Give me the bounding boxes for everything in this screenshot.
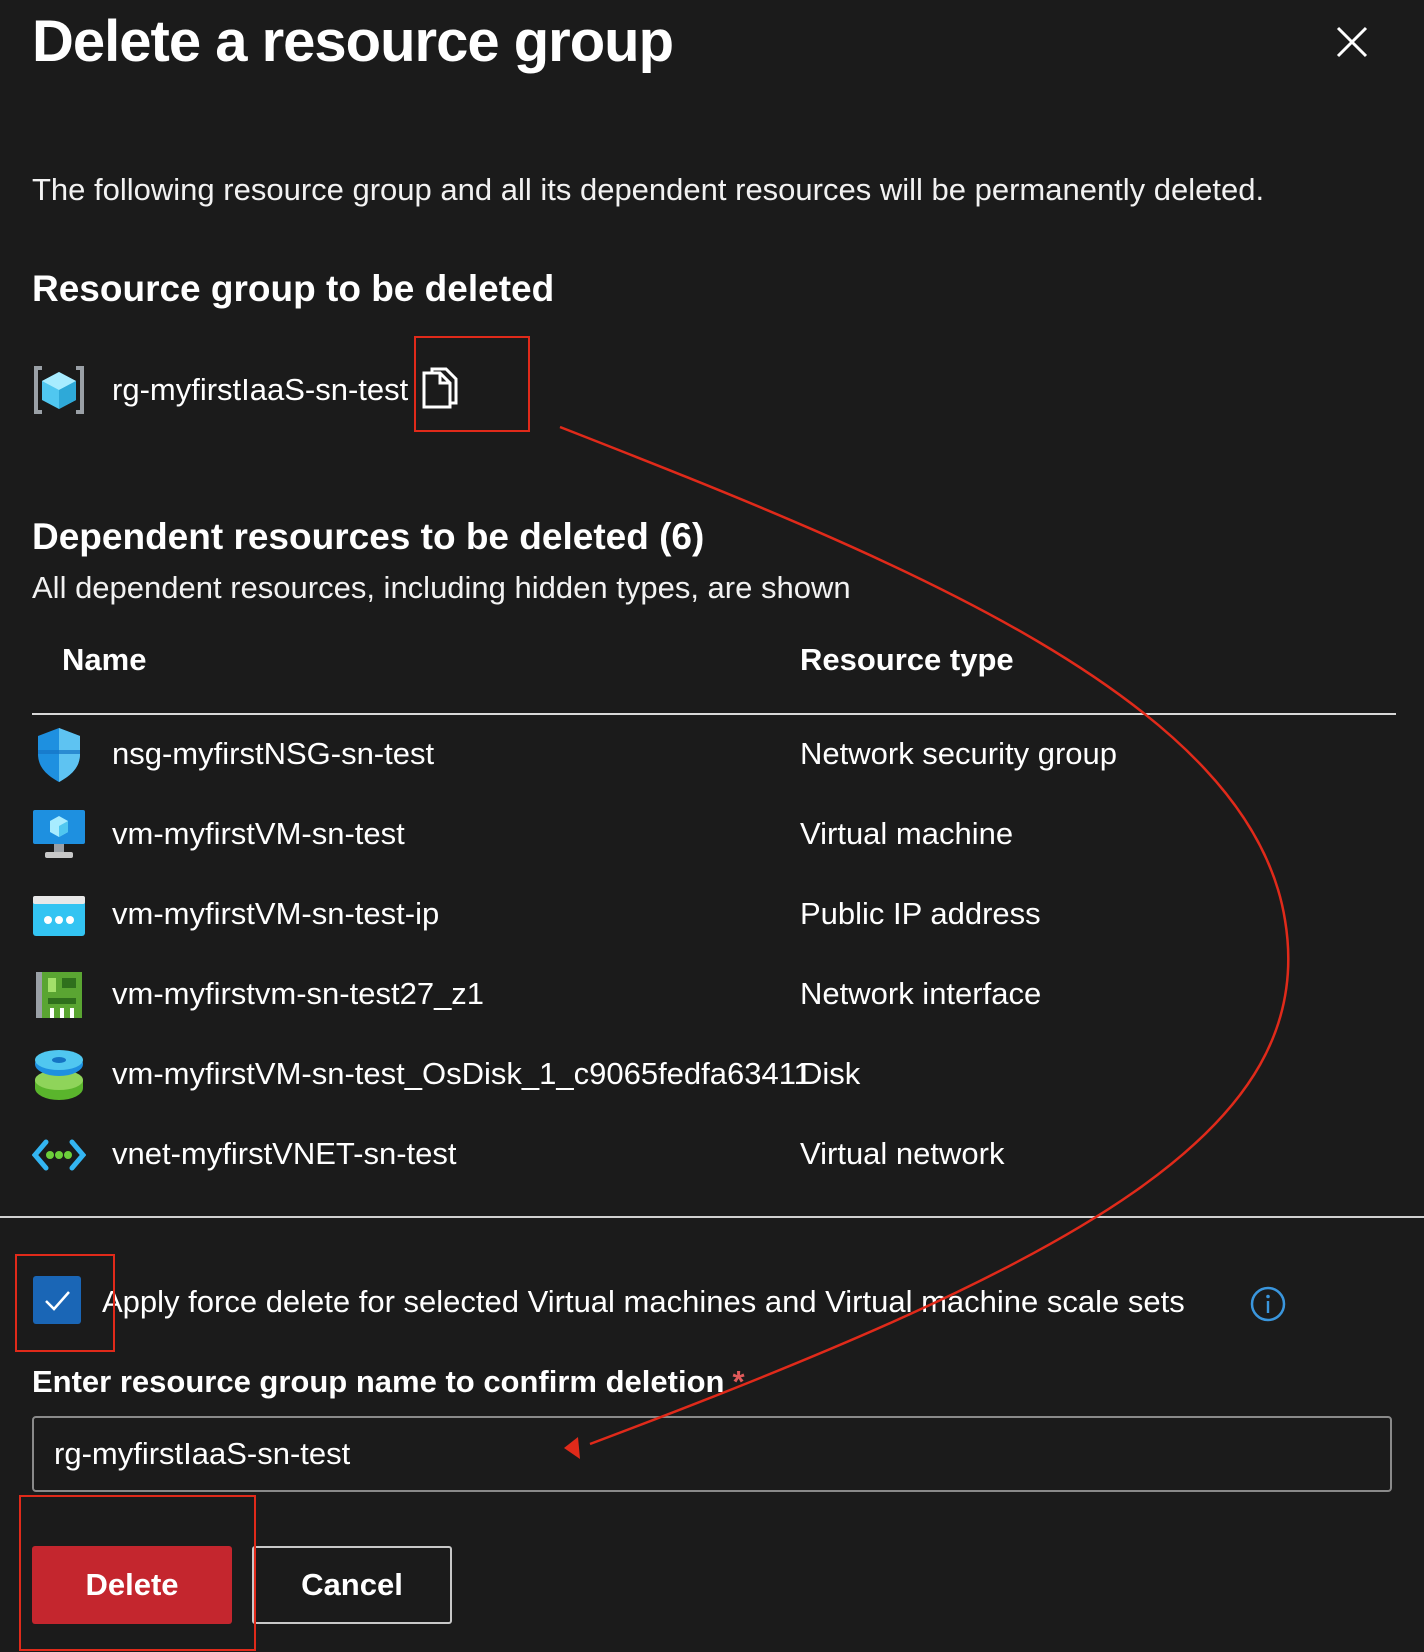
- virtual-machine-icon: [32, 804, 86, 864]
- resource-type: Public IP address: [800, 896, 1041, 931]
- resource-type: Virtual machine: [800, 816, 1014, 851]
- confirm-name-label-text: Enter resource group name to confirm del…: [32, 1364, 725, 1399]
- table-row: vm-myfirstvm-sn-test27_z1 Network interf…: [32, 964, 1332, 1024]
- network-interface-icon: [32, 964, 86, 1024]
- disk-icon: [32, 1044, 86, 1104]
- table-row: vm-myfirstVM-sn-test-ip Public IP addres…: [32, 884, 1332, 944]
- cancel-button[interactable]: Cancel: [252, 1546, 452, 1624]
- resource-group-row: rg-myfirstIaaS-sn-test: [32, 364, 460, 416]
- column-header-name[interactable]: Name: [62, 642, 146, 678]
- table-row: vm-myfirstVM-sn-test Virtual machine: [32, 804, 1332, 864]
- table-row: vnet-myfirstVNET-sn-test Virtual network: [32, 1124, 1332, 1184]
- resource-type: Network security group: [800, 736, 1118, 771]
- info-icon[interactable]: [1250, 1286, 1286, 1322]
- close-icon[interactable]: [1332, 22, 1372, 62]
- delete-button[interactable]: Delete: [32, 1546, 232, 1624]
- confirm-name-label: Enter resource group name to confirm del…: [32, 1364, 745, 1400]
- resource-name[interactable]: vnet-myfirstVNET-sn-test: [112, 1136, 457, 1172]
- required-marker: *: [732, 1364, 745, 1399]
- table-row: nsg-myfirstNSG-sn-test Network security …: [32, 724, 1332, 784]
- resource-type: Disk: [800, 1056, 861, 1091]
- confirm-name-input[interactable]: [32, 1416, 1392, 1492]
- table-header-divider: [32, 713, 1396, 715]
- resource-name[interactable]: vm-myfirstVM-sn-test: [112, 816, 405, 852]
- resource-name[interactable]: nsg-myfirstNSG-sn-test: [112, 736, 434, 772]
- table-row: vm-myfirstVM-sn-test_OsDisk_1_c9065fedfa…: [32, 1044, 1332, 1104]
- virtual-network-icon: [32, 1124, 86, 1184]
- resource-group-heading: Resource group to be deleted: [32, 268, 555, 309]
- dialog-title: Delete a resource group: [32, 9, 674, 74]
- resource-name[interactable]: vm-myfirstVM-sn-test-ip: [112, 896, 439, 932]
- resource-name[interactable]: vm-myfirstvm-sn-test27_z1: [112, 976, 484, 1012]
- copy-icon[interactable]: [418, 367, 460, 413]
- resource-group-name: rg-myfirstIaaS-sn-test: [112, 372, 409, 407]
- force-delete-checkbox[interactable]: [33, 1276, 81, 1324]
- network-security-group-icon: [32, 724, 86, 784]
- column-header-resource-type[interactable]: Resource type: [800, 642, 1014, 678]
- resource-type: Virtual network: [800, 1136, 1005, 1171]
- section-divider: [0, 1216, 1424, 1218]
- public-ip-icon: [32, 884, 86, 944]
- dialog-description: The following resource group and all its…: [32, 172, 1265, 207]
- checkmark-icon: [33, 1276, 81, 1324]
- dependent-resources-heading: Dependent resources to be deleted (6): [32, 516, 705, 557]
- dependent-resources-subheading: All dependent resources, including hidde…: [32, 570, 851, 605]
- resource-name[interactable]: vm-myfirstVM-sn-test_OsDisk_1_c9065fedfa…: [112, 1056, 811, 1092]
- resource-type: Network interface: [800, 976, 1042, 1011]
- resource-group-icon: [32, 364, 86, 416]
- force-delete-label[interactable]: Apply force delete for selected Virtual …: [102, 1284, 1185, 1320]
